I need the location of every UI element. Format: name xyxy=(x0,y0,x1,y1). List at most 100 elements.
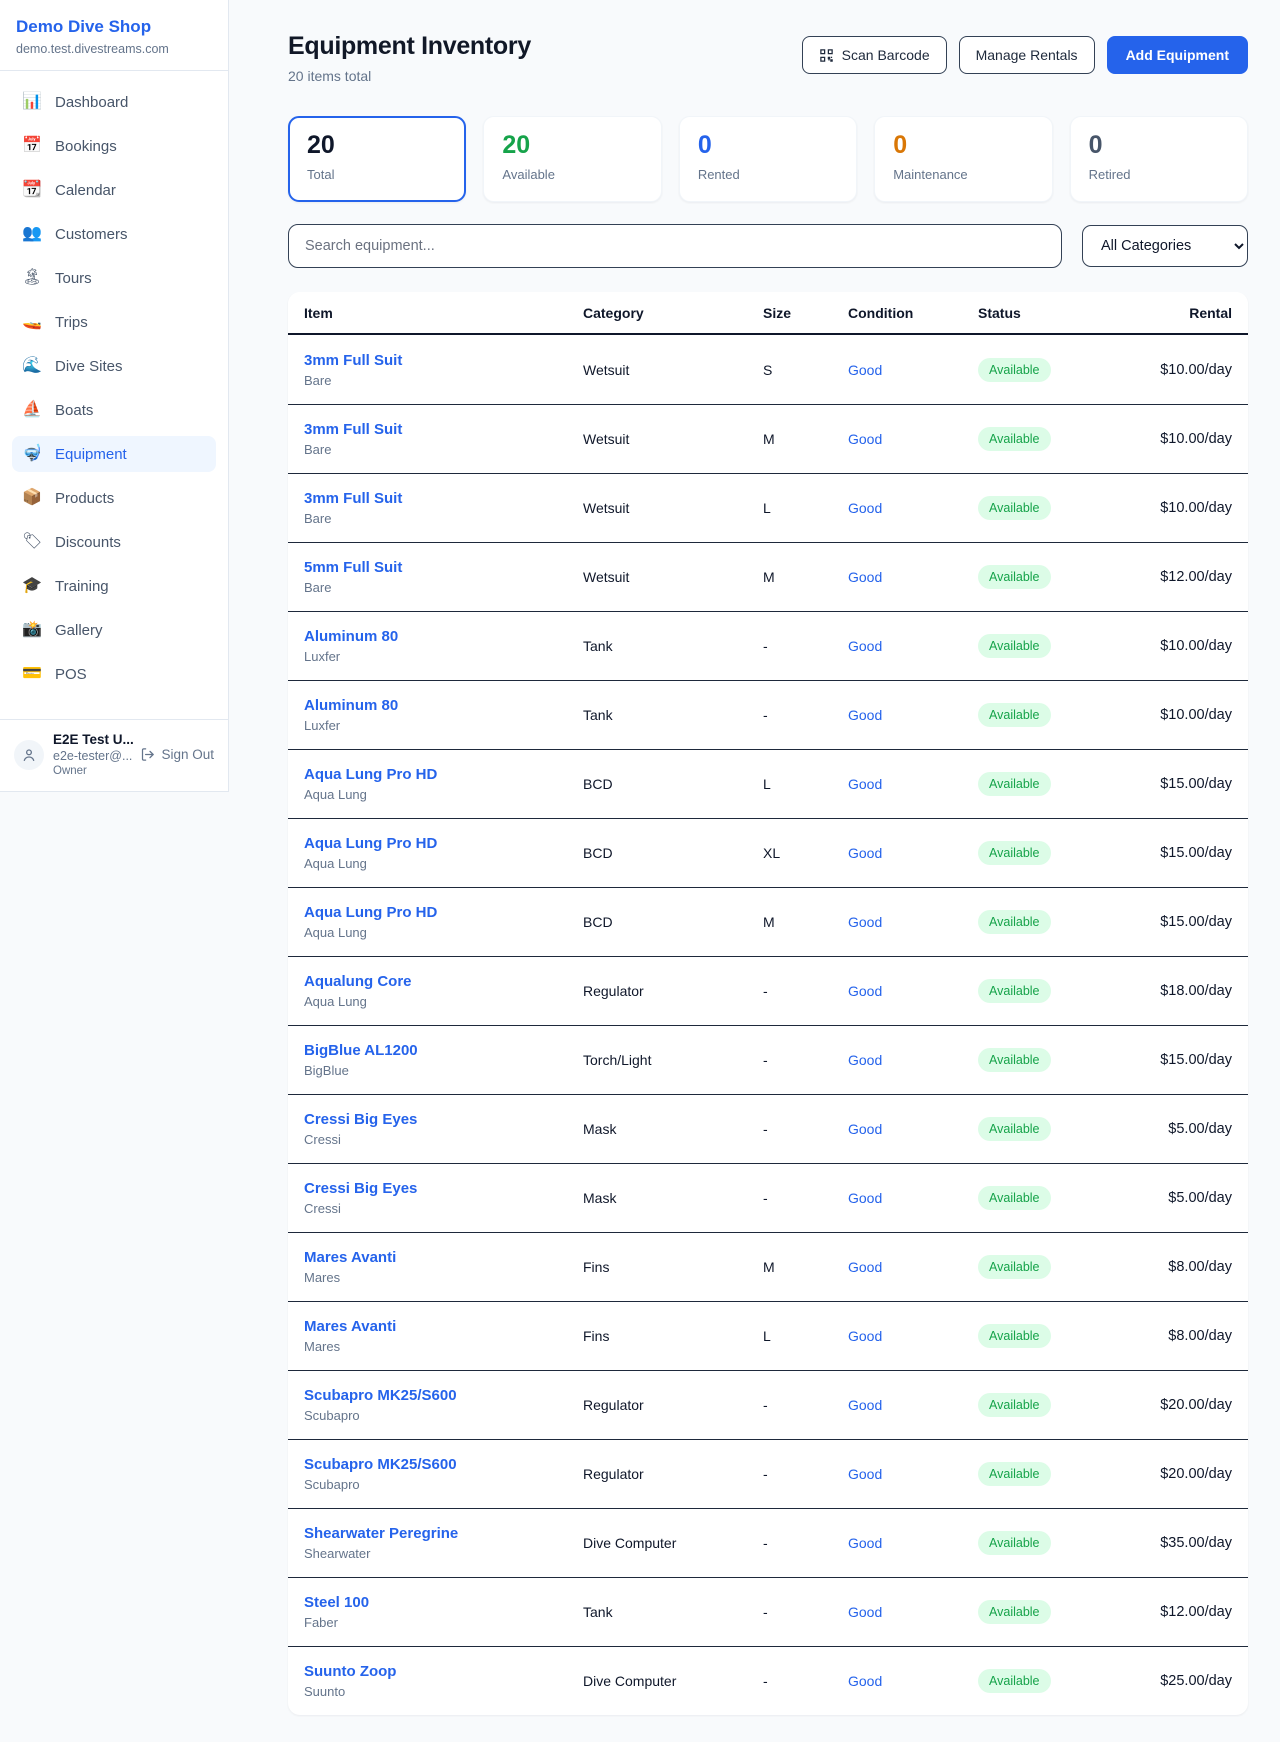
category-select[interactable]: All Categories xyxy=(1082,225,1248,267)
item-name-link[interactable]: Cressi Big Eyes xyxy=(304,1180,583,1197)
item-condition-link[interactable]: Good xyxy=(848,1604,978,1620)
column-header-status: Status xyxy=(978,305,1133,321)
sidebar-item-dashboard[interactable]: 📊Dashboard xyxy=(12,84,216,120)
stat-card-total[interactable]: 20Total xyxy=(288,116,466,202)
sidebar-nav: 📊Dashboard 📅Bookings 📆 Calendar 👥Customers 🏝T… xyxy=(0,71,228,719)
item-condition-link[interactable]: Good xyxy=(848,1259,978,1275)
item-condition-link[interactable]: Good xyxy=(848,1673,978,1689)
item-condition-link[interactable]: Good xyxy=(848,569,978,585)
item-condition-link[interactable]: Good xyxy=(848,776,978,792)
item-name-link[interactable]: Scubapro MK25/S600 xyxy=(304,1456,583,1473)
manage-rentals-label: Manage Rentals xyxy=(976,47,1078,63)
status-badge: Available xyxy=(978,703,1051,727)
item-cell: Mares AvantiMares xyxy=(304,1249,583,1285)
item-name-link[interactable]: Suunto Zoop xyxy=(304,1663,583,1680)
item-cell: Shearwater PeregrineShearwater xyxy=(304,1525,583,1561)
item-condition-link[interactable]: Good xyxy=(848,500,978,516)
stat-card-maintenance[interactable]: 0Maintenance xyxy=(874,116,1052,202)
search-input[interactable] xyxy=(288,224,1062,268)
sidebar-item-pos[interactable]: 💳POS xyxy=(12,656,216,692)
item-name-link[interactable]: 3mm Full Suit xyxy=(304,490,583,507)
item-condition-link[interactable]: Good xyxy=(848,362,978,378)
item-condition-link[interactable]: Good xyxy=(848,1466,978,1482)
status-badge: Available xyxy=(978,358,1051,382)
item-name-link[interactable]: Steel 100 xyxy=(304,1594,583,1611)
sidebar-item-trips[interactable]: 🚤Trips xyxy=(12,304,216,340)
item-name-link[interactable]: Scubapro MK25/S600 xyxy=(304,1387,583,1404)
stat-label: Retired xyxy=(1089,167,1229,182)
item-condition-link[interactable]: Good xyxy=(848,707,978,723)
stat-card-available[interactable]: 20Available xyxy=(483,116,661,202)
package-icon: 📦 xyxy=(22,490,42,506)
item-name-link[interactable]: 5mm Full Suit xyxy=(304,559,583,576)
item-name-link[interactable]: Aqualung Core xyxy=(304,973,583,990)
item-name-link[interactable]: Mares Avanti xyxy=(304,1318,583,1335)
item-name-link[interactable]: Aluminum 80 xyxy=(304,697,583,714)
item-status-cell: Available xyxy=(978,841,1133,865)
item-name-link[interactable]: Shearwater Peregrine xyxy=(304,1525,583,1542)
stat-card-retired[interactable]: 0Retired xyxy=(1070,116,1248,202)
sidebar-item-dive-sites[interactable]: 🌊Dive Sites xyxy=(12,348,216,384)
item-name-link[interactable]: 3mm Full Suit xyxy=(304,352,583,369)
item-category: Tank xyxy=(583,638,763,654)
item-name-link[interactable]: Aqua Lung Pro HD xyxy=(304,904,583,921)
table-row: Aqua Lung Pro HDAqua LungBCDXLGoodAvaila… xyxy=(288,818,1248,887)
sidebar-item-label: Calendar xyxy=(55,182,116,199)
item-rental-rate: $10.00/day xyxy=(1133,638,1232,654)
sidebar-item-discounts[interactable]: 🏷Discounts xyxy=(12,524,216,560)
item-status-cell: Available xyxy=(978,1324,1133,1348)
sidebar-item-calendar[interactable]: 📆 Calendar xyxy=(12,172,216,208)
item-condition-link[interactable]: Good xyxy=(848,1397,978,1413)
item-name-link[interactable]: BigBlue AL1200 xyxy=(304,1042,583,1059)
item-condition-link[interactable]: Good xyxy=(848,1190,978,1206)
item-name-link[interactable]: 3mm Full Suit xyxy=(304,421,583,438)
table-row: Aqua Lung Pro HDAqua LungBCDMGoodAvailab… xyxy=(288,887,1248,956)
header-actions: Scan Barcode Manage Rentals Add Equipmen… xyxy=(802,36,1248,74)
item-condition-link[interactable]: Good xyxy=(848,1052,978,1068)
item-condition-link[interactable]: Good xyxy=(848,638,978,654)
item-condition-link[interactable]: Good xyxy=(848,1121,978,1137)
sidebar-item-tours[interactable]: 🏝Tours xyxy=(12,260,216,296)
table-row: Shearwater PeregrineShearwaterDive Compu… xyxy=(288,1508,1248,1577)
sidebar-item-gallery[interactable]: 📸Gallery xyxy=(12,612,216,648)
item-condition-link[interactable]: Good xyxy=(848,1535,978,1551)
item-name-link[interactable]: Cressi Big Eyes xyxy=(304,1111,583,1128)
item-name-link[interactable]: Mares Avanti xyxy=(304,1249,583,1266)
sidebar-item-customers[interactable]: 👥Customers xyxy=(12,216,216,252)
item-condition-link[interactable]: Good xyxy=(848,983,978,999)
item-name-link[interactable]: Aluminum 80 xyxy=(304,628,583,645)
item-cell: Aqua Lung Pro HDAqua Lung xyxy=(304,835,583,871)
scan-barcode-button[interactable]: Scan Barcode xyxy=(802,36,947,74)
item-condition-link[interactable]: Good xyxy=(848,914,978,930)
item-condition-link[interactable]: Good xyxy=(848,1328,978,1344)
user-avatar xyxy=(14,740,44,770)
sign-out-button[interactable]: Sign Out xyxy=(140,747,214,762)
shop-name[interactable]: Demo Dive Shop xyxy=(16,17,212,37)
sidebar-item-bookings[interactable]: 📅Bookings xyxy=(12,128,216,164)
sidebar-item-products[interactable]: 📦Products xyxy=(12,480,216,516)
item-condition-link[interactable]: Good xyxy=(848,845,978,861)
item-cell: Scubapro MK25/S600Scubapro xyxy=(304,1456,583,1492)
stat-card-rented[interactable]: 0Rented xyxy=(679,116,857,202)
item-category: Dive Computer xyxy=(583,1673,763,1689)
items-total: 20 items total xyxy=(288,68,531,84)
sidebar-item-boats[interactable]: ⛵Boats xyxy=(12,392,216,428)
sidebar-item-equipment[interactable]: 🤿Equipment xyxy=(12,436,216,472)
page-title: Equipment Inventory xyxy=(288,32,531,61)
item-name-link[interactable]: Aqua Lung Pro HD xyxy=(304,766,583,783)
item-category: Regulator xyxy=(583,1397,763,1413)
item-cell: Aqua Lung Pro HDAqua Lung xyxy=(304,766,583,802)
item-condition-link[interactable]: Good xyxy=(848,431,978,447)
sidebar-item-training[interactable]: 🎓Training xyxy=(12,568,216,604)
sidebar-item-label: Equipment xyxy=(55,446,127,463)
manage-rentals-button[interactable]: Manage Rentals xyxy=(959,36,1095,74)
bar-chart-icon: 📊 xyxy=(22,94,42,110)
item-size: S xyxy=(763,362,848,378)
tear-off-calendar-icon: 📆 xyxy=(22,182,42,198)
item-name-link[interactable]: Aqua Lung Pro HD xyxy=(304,835,583,852)
item-brand: Cressi xyxy=(304,1132,583,1147)
item-rental-rate: $10.00/day xyxy=(1133,500,1232,516)
item-size: - xyxy=(763,1397,848,1413)
item-cell: Cressi Big Eyes Cressi xyxy=(304,1111,583,1147)
add-equipment-button[interactable]: Add Equipment xyxy=(1107,36,1248,74)
